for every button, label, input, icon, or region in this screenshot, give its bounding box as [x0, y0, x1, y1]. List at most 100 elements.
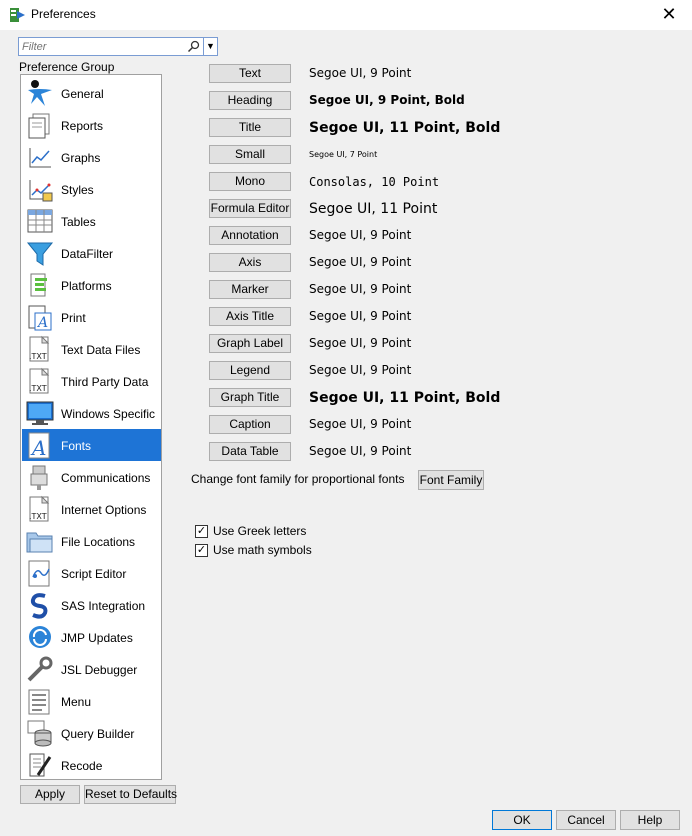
font-description: Segoe UI, 9 Point — [309, 444, 412, 458]
group-item-file-locations[interactable]: File Locations — [22, 525, 161, 557]
font-button-marker[interactable]: Marker — [209, 280, 291, 299]
filter-box[interactable] — [18, 37, 204, 56]
greek-letters-label: Use Greek letters — [213, 524, 307, 538]
group-item-platforms[interactable]: Platforms — [22, 269, 161, 301]
chevron-down-icon: ▼ — [206, 41, 215, 51]
font-button-graph-title[interactable]: Graph Title — [209, 388, 291, 407]
font-button-legend[interactable]: Legend — [209, 361, 291, 380]
group-item-label: Text Data Files — [61, 343, 141, 357]
group-item-print[interactable]: A Print — [22, 301, 161, 333]
font-description: Segoe UI, 9 Point — [309, 282, 412, 296]
query-builder-icon — [27, 720, 52, 747]
font-description: Segoe UI, 7 Point — [309, 150, 378, 159]
datafilter-icon — [26, 242, 54, 266]
tables-icon — [27, 209, 53, 233]
group-item-windows-specific[interactable]: Windows Specific — [22, 397, 161, 429]
font-button-title[interactable]: Title — [209, 118, 291, 137]
group-item-menu[interactable]: Menu — [22, 685, 161, 717]
font-button-annotation[interactable]: Annotation — [209, 226, 291, 245]
font-description: Segoe UI, 9 Point — [309, 228, 412, 242]
apply-button[interactable]: Apply — [20, 785, 80, 804]
math-symbols-checkbox[interactable]: ✓ — [195, 544, 208, 557]
font-button-formula-editor[interactable]: Formula Editor — [209, 199, 291, 218]
cancel-button[interactable]: Cancel — [556, 810, 616, 830]
ok-button[interactable]: OK — [492, 810, 552, 830]
group-item-graphs[interactable]: Graphs — [22, 141, 161, 173]
menu-icon — [28, 689, 50, 715]
jmp-updates-icon — [29, 626, 51, 648]
group-item-label: JSL Debugger — [61, 663, 138, 677]
font-description: Consolas, 10 Point — [309, 175, 440, 189]
group-item-label: Platforms — [61, 279, 112, 293]
font-description: Segoe UI, 9 Point — [309, 255, 412, 269]
group-item-third-party-data[interactable]: .TXT Third Party Data — [22, 365, 161, 397]
group-item-jmp-updates[interactable]: JMP Updates — [22, 621, 161, 653]
font-description: Segoe UI, 9 Point — [309, 336, 412, 350]
title-bar: Preferences ✕ — [0, 0, 692, 30]
third-party-data-icon: .TXT — [29, 367, 50, 394]
font-family-button[interactable]: Font Family — [418, 470, 484, 490]
script-editor-icon — [28, 560, 50, 587]
group-item-label: Reports — [61, 119, 104, 133]
group-item-label: DataFilter — [61, 247, 114, 261]
group-item-tables[interactable]: Tables — [22, 205, 161, 237]
group-item-label: General — [61, 87, 104, 101]
font-button-mono[interactable]: Mono — [209, 172, 291, 191]
preference-group-label: Preference Group — [19, 60, 115, 74]
group-item-label: Menu — [61, 695, 92, 709]
internet-options-icon: .TXT — [29, 495, 50, 522]
group-item-communications[interactable]: Communications — [22, 461, 161, 493]
math-symbols-label: Use math symbols — [213, 543, 312, 557]
search-icon[interactable] — [187, 40, 200, 53]
font-description: Segoe UI, 9 Point — [309, 66, 412, 80]
group-item-label: Recode — [61, 759, 103, 773]
group-item-label: Internet Options — [61, 503, 147, 517]
preference-group-list[interactable]: General Reports Graphs Styles Tables DataFilt… — [20, 74, 162, 780]
font-button-graph-label[interactable]: Graph Label — [209, 334, 291, 353]
icon-caption: .TXT — [29, 352, 47, 361]
group-item-internet-options[interactable]: .TXT Internet Options — [22, 493, 161, 525]
text-data-files-icon: .TXT — [29, 335, 50, 362]
font-description: Segoe UI, 9 Point — [309, 309, 412, 323]
recode-icon — [29, 753, 52, 777]
group-item-label: Tables — [61, 215, 96, 229]
font-button-heading[interactable]: Heading — [209, 91, 291, 110]
sas-integration-icon — [30, 593, 48, 619]
group-item-label: Communications — [61, 471, 151, 485]
close-button[interactable]: ✕ — [646, 0, 692, 30]
font-button-caption[interactable]: Caption — [209, 415, 291, 434]
group-item-text-data-files[interactable]: .TXT Text Data Files — [22, 333, 161, 365]
general-icon — [28, 80, 52, 106]
font-description: Segoe UI, 11 Point, Bold — [309, 120, 501, 136]
font-button-data-table[interactable]: Data Table — [209, 442, 291, 461]
font-button-axis-title[interactable]: Axis Title — [209, 307, 291, 326]
svg-text:A: A — [30, 436, 46, 459]
font-button-small[interactable]: Small — [209, 145, 291, 164]
group-item-recode[interactable]: Recode — [22, 749, 161, 779]
group-item-script-editor[interactable]: Script Editor — [22, 557, 161, 589]
windows-specific-icon — [26, 401, 54, 425]
group-item-sas-integration[interactable]: SAS Integration — [22, 589, 161, 621]
jsl-debugger-icon — [27, 656, 53, 682]
group-item-jsl-debugger[interactable]: JSL Debugger — [22, 653, 161, 685]
group-item-general[interactable]: General — [22, 77, 161, 109]
group-item-label: Script Editor — [61, 567, 127, 581]
styles-icon — [29, 180, 53, 202]
group-item-styles[interactable]: Styles — [22, 173, 161, 205]
reset-to-defaults-button[interactable]: Reset to Defaults — [84, 785, 177, 804]
greek-letters-checkbox[interactable]: ✓ — [195, 525, 208, 538]
filter-input[interactable] — [22, 39, 182, 54]
filter-dropdown-button[interactable]: ▼ — [204, 37, 218, 56]
group-item-label: SAS Integration — [61, 599, 146, 613]
window-title: Preferences — [31, 7, 96, 21]
group-item-fonts[interactable]: A Fonts — [22, 429, 161, 461]
group-item-query-builder[interactable]: Query Builder — [22, 717, 161, 749]
help-button[interactable]: Help — [620, 810, 680, 830]
font-description: Segoe UI, 9 Point — [309, 417, 412, 431]
group-item-datafilter[interactable]: DataFilter — [22, 237, 161, 269]
icon-caption: .TXT — [29, 512, 47, 521]
font-button-text[interactable]: Text — [209, 64, 291, 83]
font-description: Segoe UI, 11 Point, Bold — [309, 390, 501, 406]
group-item-reports[interactable]: Reports — [22, 109, 161, 141]
font-button-axis[interactable]: Axis — [209, 253, 291, 272]
